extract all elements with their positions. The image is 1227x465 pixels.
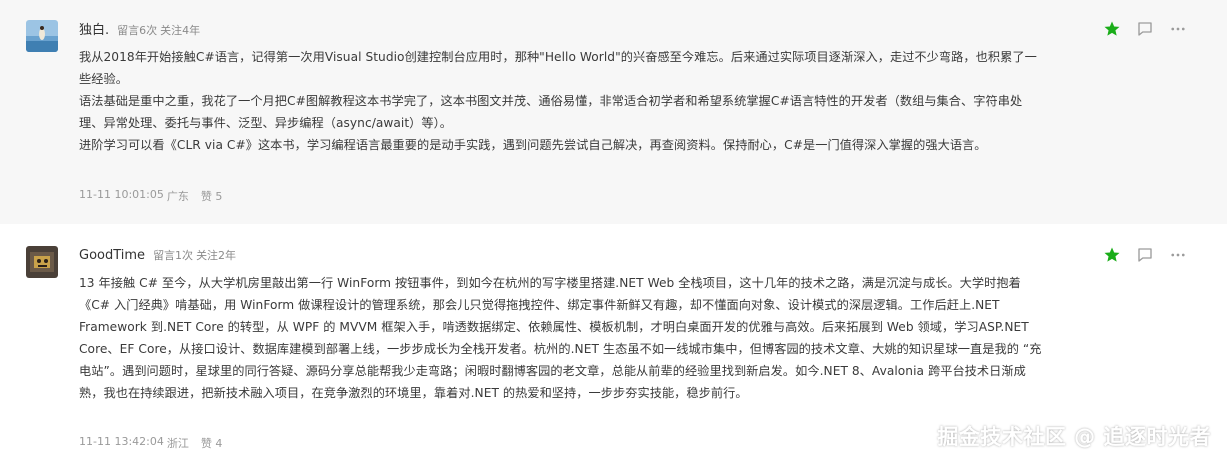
comment-count: 留言6次 xyxy=(117,24,158,37)
avatar[interactable] xyxy=(26,20,58,52)
comment-count: 留言1次 xyxy=(153,249,194,262)
comment-header: 独白. 留言6次 关注4年 xyxy=(79,19,203,38)
comment-header: GoodTime 留言1次 关注2年 xyxy=(79,247,239,263)
username[interactable]: 独白. xyxy=(79,19,109,38)
more-dots-icon[interactable] xyxy=(1169,246,1187,264)
comment-list: 独白. 留言6次 关注4年 我从2018年开始接触C#语言，记得第一次用Visu… xyxy=(0,0,1227,465)
follow-duration: 关注2年 xyxy=(196,249,237,262)
comment-actions xyxy=(1103,20,1187,38)
comment-body: 我从2018年开始接触C#语言，记得第一次用Visual Studio创建控制台… xyxy=(79,46,1044,156)
comment-time: 11-11 13:42:04 xyxy=(79,435,164,448)
comment-paragraph: 13 年接触 C# 至今，从大学机房里敲出第一行 WinForm 按钮事件，到如… xyxy=(79,276,1042,400)
comment-location: 广东 xyxy=(166,190,189,203)
watermark: 掘金技术社区 @ 追逐时光者 xyxy=(937,425,1211,449)
comment-location: 浙江 xyxy=(166,437,189,450)
username[interactable]: GoodTime xyxy=(79,248,145,263)
comment-paragraph: 语法基础是重中之重，我花了一个月把C#图解教程这本书学完了，这本书图文并茂、通俗… xyxy=(79,94,1023,130)
comment-meta: 11-11 10:01:05 广东 赞 5 xyxy=(79,188,222,204)
like-count[interactable]: 赞 5 xyxy=(201,188,223,204)
comment-body: 13 年接触 C# 至今，从大学机房里敲出第一行 WinForm 按钮事件，到如… xyxy=(79,272,1044,404)
comment-icon[interactable] xyxy=(1136,246,1154,264)
comment-icon[interactable] xyxy=(1136,20,1154,38)
comment-paragraph: 进阶学习可以看《CLR via C#》这本书，学习编程语言最重要的是动手实践，遇… xyxy=(79,138,987,152)
comment-meta: 11-11 13:42:04 浙江 赞 4 xyxy=(79,435,222,451)
comment-paragraph: 我从2018年开始接触C#语言，记得第一次用Visual Studio创建控制台… xyxy=(79,50,1037,86)
comment-actions xyxy=(1103,246,1187,264)
comment-item: 独白. 留言6次 关注4年 我从2018年开始接触C#语言，记得第一次用Visu… xyxy=(0,0,1227,224)
like-count[interactable]: 赞 4 xyxy=(201,435,223,451)
comment-time: 11-11 10:01:05 xyxy=(79,188,164,201)
star-icon[interactable] xyxy=(1103,20,1121,38)
star-icon[interactable] xyxy=(1103,246,1121,264)
avatar[interactable] xyxy=(26,246,58,278)
more-dots-icon[interactable] xyxy=(1169,20,1187,38)
follow-duration: 关注4年 xyxy=(160,24,201,37)
